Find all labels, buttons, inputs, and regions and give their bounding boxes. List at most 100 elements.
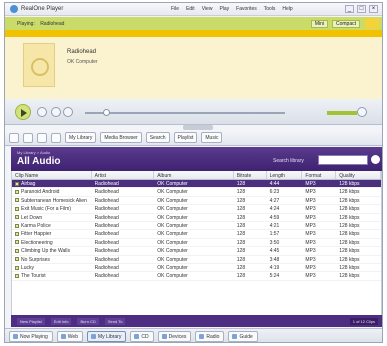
compact-mode-button[interactable]: Compact xyxy=(331,19,360,28)
table-cell: OK Computer xyxy=(154,180,234,187)
column-length[interactable]: Length xyxy=(267,171,303,179)
stop-load-button[interactable] xyxy=(37,132,47,143)
maximize-button[interactable]: □ xyxy=(357,5,366,13)
cell-text: Radiohead xyxy=(94,231,119,238)
minimize-button[interactable]: _ xyxy=(345,5,354,13)
back-button[interactable] xyxy=(9,132,19,143)
cell-text: Exit Music (For a Film) xyxy=(21,206,71,213)
library-action-bar: New Playlist Edit Info Burn CD Send To 1… xyxy=(11,315,382,327)
transport-controls xyxy=(5,99,382,125)
column-album[interactable]: Album xyxy=(154,171,234,179)
table-cell: Electioneering xyxy=(12,239,92,246)
tab-media-browser[interactable]: Media Browser xyxy=(100,132,142,143)
menu-favorites[interactable]: Favorites xyxy=(236,6,257,12)
table-row[interactable]: Exit Music (For a Film) Radiohead OK Compu… xyxy=(12,205,381,214)
column-clip-name[interactable]: Clip Name xyxy=(12,171,92,179)
menu-file[interactable]: File xyxy=(171,6,179,12)
table-row[interactable]: Let Down Radiohead OK Computer 128 4:59 MP3 12… xyxy=(12,214,381,222)
cell-text: 128 xyxy=(236,264,246,271)
column-bitrate[interactable]: Bitrate xyxy=(234,171,267,179)
mini-mode-button[interactable]: Mini xyxy=(310,19,328,28)
row-checkbox[interactable] xyxy=(15,198,19,203)
table-row[interactable]: Airbag Radiohead OK Computer 128 4:44 MP3 128 … xyxy=(12,180,381,189)
tab-now-playing[interactable]: Now Playing xyxy=(9,330,53,342)
table-row[interactable]: Climbing Up the Walls Radiohead OK Compute… xyxy=(12,247,381,256)
table-row[interactable]: The Tourist Radiohead OK Computer 128 5:24 MP… xyxy=(12,272,381,281)
column-quality[interactable]: Quality xyxy=(336,171,382,179)
table-row[interactable]: Paranoid Android Radiohead OK Computer 128 6… xyxy=(12,188,381,197)
table-cell: MP3 xyxy=(302,230,336,237)
menu-help[interactable]: Help xyxy=(282,6,292,12)
forward-button[interactable] xyxy=(23,132,33,143)
cell-text: 128 xyxy=(236,222,246,229)
row-checkbox[interactable] xyxy=(15,265,19,270)
tab-cd[interactable]: CD xyxy=(130,330,154,342)
menu-bar: File Edit View Play Favorites Tools Help xyxy=(171,6,293,12)
cell-text: MP3 xyxy=(305,222,316,229)
stop-button[interactable] xyxy=(37,107,47,117)
search-go-icon[interactable] xyxy=(371,155,380,164)
cell-text: Radiohead xyxy=(94,206,119,213)
tab-guide[interactable]: Guide xyxy=(228,330,258,342)
menu-play[interactable]: Play xyxy=(219,6,229,12)
cell-text: 4:19 xyxy=(269,264,280,271)
send-to-button[interactable]: Send To xyxy=(104,317,126,325)
tab-guide-label: Guide xyxy=(239,333,253,340)
seek-bar[interactable] xyxy=(85,109,285,116)
cell-text: 4:45 xyxy=(269,248,280,255)
cell-text: 128 kbps xyxy=(339,222,360,229)
cell-text: Radiohead xyxy=(94,264,119,271)
previous-button[interactable] xyxy=(51,107,61,117)
table-cell: Radiohead xyxy=(92,247,155,254)
row-checkbox[interactable] xyxy=(15,181,19,186)
row-checkbox[interactable] xyxy=(15,223,19,228)
cell-text: 128 xyxy=(236,248,246,255)
close-button[interactable]: × xyxy=(369,5,378,13)
column-format[interactable]: Format xyxy=(302,171,337,179)
row-checkbox[interactable] xyxy=(15,215,19,220)
table-row[interactable]: Fitter Happier Radiohead OK Computer 128 1:5… xyxy=(12,230,381,239)
menu-tools[interactable]: Tools xyxy=(264,6,276,12)
tab-web[interactable]: Web xyxy=(56,330,83,342)
cell-text: 128 kbps xyxy=(339,189,360,196)
row-checkbox[interactable] xyxy=(15,190,19,195)
tab-library[interactable]: My Library xyxy=(87,330,127,342)
row-checkbox[interactable] xyxy=(15,273,19,278)
row-checkbox[interactable] xyxy=(15,240,19,245)
breadcrumb[interactable]: My Library > Audio xyxy=(17,150,50,155)
tab-search[interactable]: Search xyxy=(145,132,170,143)
menu-view[interactable]: View xyxy=(202,6,213,12)
row-checkbox[interactable] xyxy=(15,206,19,211)
volume-thumb[interactable] xyxy=(357,107,367,117)
volume-slider[interactable] xyxy=(327,111,357,115)
tab-playlist[interactable]: Playlist xyxy=(173,132,198,143)
table-cell: OK Computer xyxy=(154,205,234,212)
row-checkbox[interactable] xyxy=(15,257,19,262)
tab-my-library[interactable]: My Library xyxy=(65,132,97,143)
edit-info-button[interactable]: Edit Info xyxy=(50,317,72,325)
table-row[interactable]: Electioneering Radiohead OK Computer 128 3:5… xyxy=(12,239,381,248)
table-row[interactable]: No Surprises Radiohead OK Computer 128 3:48 M… xyxy=(12,256,381,264)
row-checkbox[interactable] xyxy=(15,248,19,253)
new-playlist-button[interactable]: New Playlist xyxy=(17,317,45,325)
table-row[interactable]: Lucky Radiohead OK Computer 128 4:19 MP3 128 k… xyxy=(12,264,381,273)
play-button[interactable] xyxy=(15,104,31,120)
seek-thumb[interactable] xyxy=(103,109,110,116)
tab-radio[interactable]: Radio xyxy=(195,330,225,342)
next-button[interactable] xyxy=(63,107,73,117)
table-row[interactable]: Karma Police Radiohead OK Computer 128 4:21 M… xyxy=(12,222,381,231)
table-cell: OK Computer xyxy=(154,239,234,246)
tab-devices[interactable]: Devices xyxy=(157,330,192,342)
row-checkbox[interactable] xyxy=(15,232,19,237)
tab-music[interactable]: Music xyxy=(201,132,223,143)
search-input[interactable] xyxy=(318,155,368,165)
menu-edit[interactable]: Edit xyxy=(186,6,195,12)
table-cell: OK Computer xyxy=(154,272,234,279)
home-button[interactable] xyxy=(51,132,61,143)
column-artist[interactable]: Artist xyxy=(92,171,155,179)
table-cell: 4:21 xyxy=(267,222,303,229)
table-row[interactable]: Subterranean Homesick Alien Radiohead OK C… xyxy=(12,197,381,206)
yellow-tab-icon[interactable] xyxy=(365,18,379,29)
cell-text: MP3 xyxy=(305,214,316,221)
burn-cd-button[interactable]: Burn CD xyxy=(77,317,99,325)
